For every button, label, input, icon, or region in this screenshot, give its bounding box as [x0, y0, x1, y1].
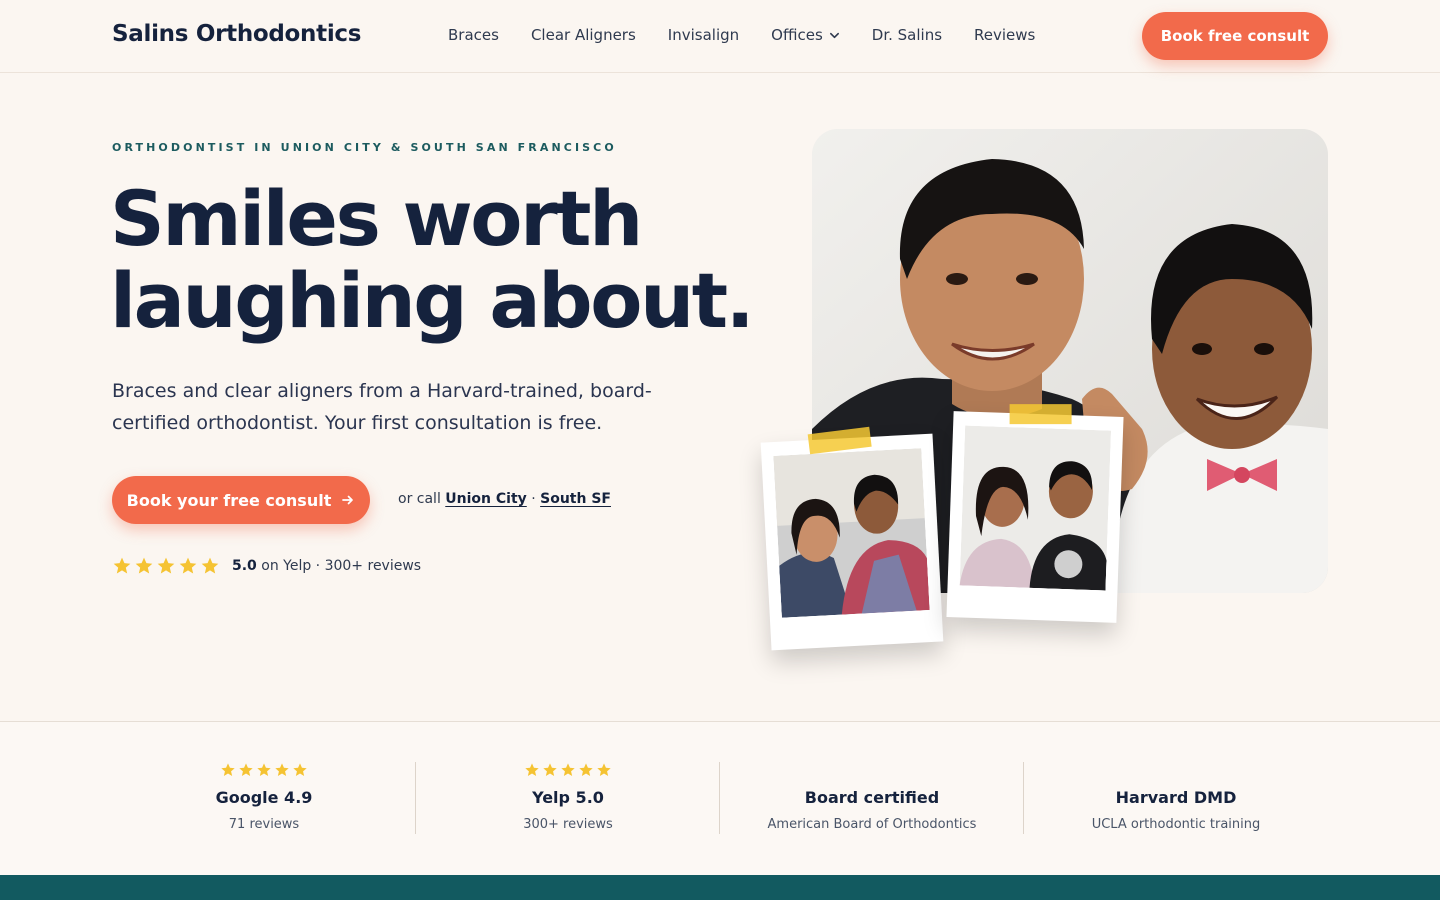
- rating-value: 5.0: [232, 558, 257, 574]
- nav-link-offices[interactable]: Offices: [771, 26, 840, 44]
- star-icon: [239, 763, 253, 776]
- call-union-city-link[interactable]: Union City: [445, 491, 526, 507]
- hero-headline-line1: Smiles worth: [110, 174, 643, 263]
- star-icon: [293, 763, 307, 776]
- star-icon: [597, 763, 611, 776]
- rating-stars: [112, 556, 222, 576]
- star-icon: [257, 763, 271, 776]
- book-your-free-consult-button[interactable]: Book your free consult: [112, 476, 370, 524]
- polaroid-1-illustration: [773, 448, 930, 618]
- yelp-rating: 5.0 on Yelp · 300+ reviews: [112, 556, 421, 576]
- hero-cta-label: Book your free consult: [126, 490, 332, 510]
- call-separator: ·: [531, 491, 536, 507]
- star-icon: [561, 763, 575, 776]
- nav-link-braces[interactable]: Braces: [448, 26, 499, 44]
- star-icon: [201, 557, 219, 574]
- tape-strip-2: [1009, 404, 1072, 425]
- trust-stats-strip: Google 4.9 71 reviews Yelp 5.0 300+ revi…: [0, 721, 1440, 875]
- polaroid-photo-1: [760, 426, 944, 651]
- star-icon: [579, 763, 593, 776]
- chevron-down-icon: [829, 32, 839, 38]
- stat-board-certified: Board certified American Board of Orthod…: [720, 722, 1024, 876]
- nav-link-reviews[interactable]: Reviews: [974, 26, 1035, 44]
- stat-yelp-title: Yelp 5.0: [532, 788, 604, 807]
- nav-link-dr-salins[interactable]: Dr. Salins: [872, 26, 942, 44]
- polaroid-2-illustration: [959, 425, 1112, 591]
- stat-google-title: Google 4.9: [215, 788, 313, 807]
- call-line: or call Union City · South SF: [398, 491, 611, 507]
- nav-link-clear-aligners[interactable]: Clear Aligners: [531, 26, 636, 44]
- top-navigation: Salins Orthodontics Braces Clear Aligner…: [0, 0, 1440, 73]
- nav-link-offices-label: Offices: [771, 26, 823, 44]
- polaroid-2-image: [959, 425, 1112, 591]
- stat-google: Google 4.9 71 reviews: [112, 722, 416, 876]
- stat-google-sub: 71 reviews: [228, 817, 300, 832]
- stat-board-certified-sub: American Board of Orthodontics: [767, 817, 977, 832]
- call-south-sf-link[interactable]: South SF: [540, 491, 611, 507]
- next-section-band: [0, 875, 1440, 900]
- arrow-right-icon: [342, 495, 354, 505]
- polaroid-1-image: [773, 448, 930, 618]
- star-icon: [157, 557, 175, 574]
- hero-eyebrow: ORTHODONTIST IN UNION CITY & SOUTH SAN F…: [112, 141, 617, 154]
- hero-subtext: Braces and clear aligners from a Harvard…: [112, 380, 652, 434]
- star-icon: [543, 763, 557, 776]
- star-icon: [221, 763, 235, 776]
- stat-yelp-sub: 300+ reviews: [523, 817, 613, 832]
- rating-rest: on Yelp · 300+ reviews: [261, 558, 422, 574]
- star-icon: [525, 763, 539, 776]
- stat-harvard-dmd-title: Harvard DMD: [1115, 788, 1237, 807]
- stat-yelp: Yelp 5.0 300+ reviews: [416, 722, 720, 876]
- polaroid-photo-2: [946, 404, 1124, 623]
- hero-headline: Smiles worth laughing about.: [110, 178, 790, 342]
- site-logo[interactable]: Salins Orthodontics: [112, 21, 361, 47]
- stat-google-stars: [112, 762, 416, 778]
- star-icon: [113, 557, 131, 574]
- star-icon: [179, 557, 197, 574]
- star-icon: [275, 763, 289, 776]
- stat-harvard-dmd-sub: UCLA orthodontic training: [1091, 817, 1261, 832]
- stat-yelp-stars: [416, 762, 720, 778]
- call-prefix: or call: [398, 491, 441, 507]
- nav-link-invisalign[interactable]: Invisalign: [668, 26, 739, 44]
- stat-harvard-dmd: Harvard DMD UCLA orthodontic training: [1024, 722, 1328, 876]
- hero-headline-line2: laughing about.: [110, 256, 755, 345]
- rating-text: 5.0 on Yelp · 300+ reviews: [232, 558, 421, 574]
- stat-board-certified-title: Board certified: [804, 788, 940, 807]
- book-free-consult-button[interactable]: Book free consult: [1142, 12, 1328, 60]
- star-icon: [135, 557, 153, 574]
- nav-links: Braces Clear Aligners Invisalign Offices…: [448, 26, 1067, 44]
